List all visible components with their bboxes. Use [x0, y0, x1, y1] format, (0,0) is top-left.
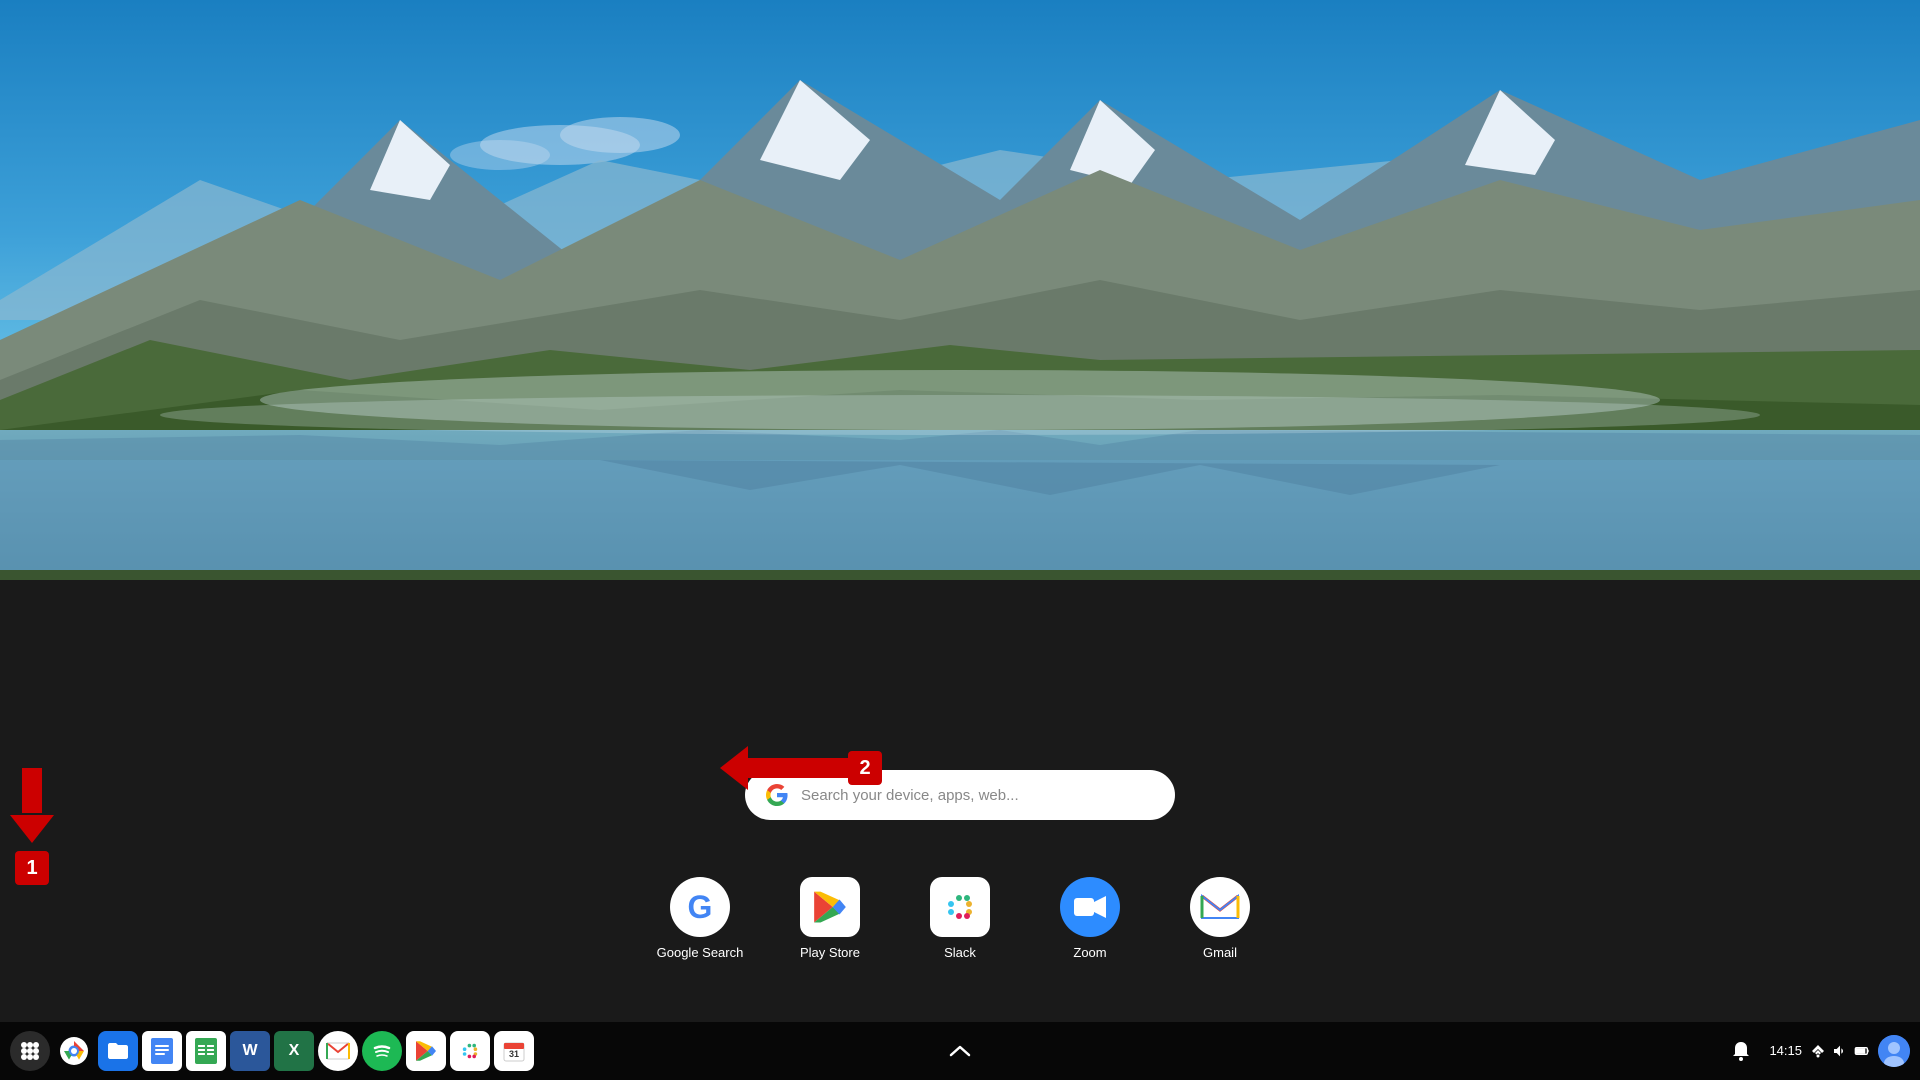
battery-icon [1854, 1043, 1870, 1059]
status-icons [1810, 1043, 1870, 1059]
launcher-app-zoom[interactable]: Zoom [1045, 877, 1135, 960]
annotation-arrow-1: 1 [10, 768, 54, 885]
launcher-app-gmail[interactable]: Gmail [1175, 877, 1265, 960]
google-search-label: Google Search [657, 945, 744, 960]
launcher-area [0, 580, 1920, 1080]
taskbar-spotify[interactable] [362, 1031, 402, 1071]
taskbar-docs[interactable] [142, 1031, 182, 1071]
slack-icon [930, 877, 990, 937]
taskbar-calendar[interactable]: 31 [494, 1031, 534, 1071]
gmail-icon [1190, 877, 1250, 937]
play-store-label: Play Store [800, 945, 860, 960]
clock: 14:15 [1769, 1042, 1802, 1060]
taskbar-right: 14:15 [1721, 1031, 1910, 1071]
taskbar-excel[interactable]: X [274, 1031, 314, 1071]
clock-time: 14:15 [1769, 1043, 1802, 1058]
taskbar-chrome[interactable] [54, 1031, 94, 1071]
arrow-stem-2 [748, 758, 848, 778]
arrow-head-2 [720, 746, 748, 790]
taskbar: W X [0, 1022, 1920, 1080]
gmail-label: Gmail [1203, 945, 1237, 960]
slack-label: Slack [944, 945, 976, 960]
zoom-icon [1060, 877, 1120, 937]
taskbar-files[interactable] [98, 1031, 138, 1071]
play-store-icon [800, 877, 860, 937]
taskbar-center [944, 1035, 976, 1067]
svg-text:31: 31 [509, 1049, 519, 1059]
launcher-app-google-search[interactable]: G Google Search [655, 877, 745, 960]
taskbar-left: W X [10, 1031, 1721, 1071]
taskbar-sheets[interactable] [186, 1031, 226, 1071]
taskbar-play-store[interactable] [406, 1031, 446, 1071]
annotation-number-1: 1 [15, 851, 49, 885]
app-launcher: G Google Search Play Store [655, 877, 1265, 960]
launcher-app-slack[interactable]: Slack [915, 877, 1005, 960]
annotation-number-2: 2 [848, 751, 882, 785]
avatar[interactable] [1878, 1035, 1910, 1067]
volume-icon [1832, 1043, 1848, 1059]
network-icon [1810, 1043, 1826, 1059]
zoom-label: Zoom [1073, 945, 1106, 960]
taskbar-word[interactable]: W [230, 1031, 270, 1071]
launcher-app-play-store[interactable]: Play Store [785, 877, 875, 960]
taskbar-slack[interactable] [450, 1031, 490, 1071]
taskbar-launcher-button[interactable] [10, 1031, 50, 1071]
google-search-icon: G [670, 877, 730, 937]
annotation-arrow-2: 2 [720, 746, 882, 790]
arrow-head-1 [10, 815, 54, 843]
arrow-stem-1 [22, 768, 42, 813]
launcher-toggle[interactable] [944, 1035, 976, 1067]
wallpaper [0, 0, 1920, 580]
notification-icon[interactable] [1721, 1031, 1761, 1071]
taskbar-gmail[interactable] [318, 1031, 358, 1071]
